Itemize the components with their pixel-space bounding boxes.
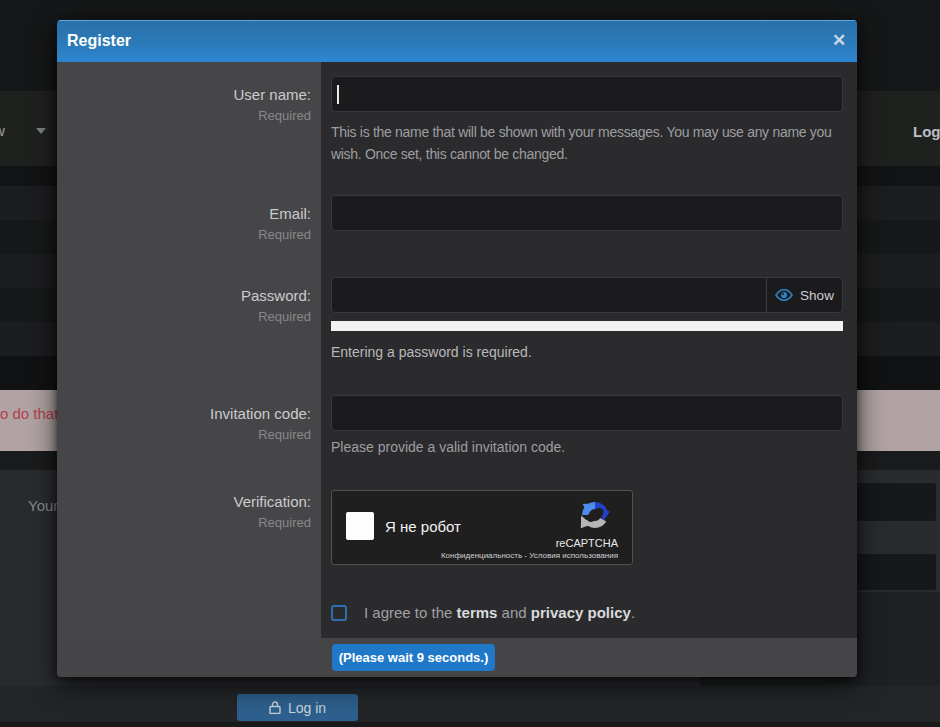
email-row: Email: Required — [57, 195, 857, 243]
nav-login-link[interactable]: Log — [913, 123, 940, 140]
nav-menu-fragment[interactable]: w — [0, 122, 5, 139]
terms-link[interactable]: terms — [457, 604, 498, 621]
register-modal: Register ✕ User name: Required This is t… — [57, 20, 857, 677]
eye-icon — [775, 289, 793, 301]
email-label: Email: — [57, 204, 311, 223]
modal-body: User name: Required This is the name tha… — [57, 62, 857, 638]
recaptcha-logo-icon — [579, 499, 611, 531]
email-label-cell: Email: Required — [57, 195, 321, 243]
agree-checkbox[interactable] — [331, 605, 347, 621]
verification-label-cell: Verification: Required — [57, 490, 321, 531]
page: w Log o do that Your Log in Register ✕ U… — [0, 0, 940, 727]
page-footer-band — [0, 722, 940, 727]
page-band — [0, 686, 940, 722]
show-password-button[interactable]: Show — [767, 278, 842, 312]
text-caret — [337, 85, 339, 104]
agree-text: I agree to the terms and privacy policy. — [364, 604, 635, 621]
email-required: Required — [57, 226, 311, 243]
username-label: User name: — [57, 85, 311, 104]
username-explain: This is the name that will be shown with… — [331, 121, 843, 165]
login-form-label: Your — [28, 497, 58, 514]
verification-row: Verification: Required Я не робот — [57, 490, 857, 565]
register-wait-button[interactable]: (Please wait 9 seconds.) — [332, 644, 495, 671]
password-strength-meter — [331, 321, 843, 331]
username-row: User name: Required This is the name tha… — [57, 76, 857, 165]
invitation-content: Please provide a valid invitation code. — [331, 395, 843, 458]
recaptcha-label: Я не робот — [385, 518, 461, 536]
privacy-policy-link[interactable]: privacy policy — [531, 604, 631, 621]
password-error: Entering a password is required. — [331, 342, 843, 363]
chevron-down-icon — [36, 128, 46, 134]
login-button[interactable]: Log in — [237, 694, 358, 721]
recaptcha-checkbox[interactable] — [346, 512, 374, 540]
invitation-hint: Please provide a valid invitation code. — [331, 437, 843, 458]
invitation-label: Invitation code: — [57, 404, 311, 423]
password-row: Password: Required Show — [57, 277, 857, 363]
agree-row: I agree to the terms and privacy policy. — [57, 604, 857, 621]
invitation-label-cell: Invitation code: Required — [57, 395, 321, 443]
login-button-label: Log in — [288, 700, 326, 716]
agree-conjunction: and — [502, 604, 527, 621]
recaptcha-widget: Я не робот reCAPTCHA Конфиденц — [331, 490, 633, 565]
username-content: This is the name that will be shown with… — [331, 76, 843, 165]
agree-prefix: I agree to the — [364, 604, 452, 621]
username-label-cell: User name: Required — [57, 76, 321, 124]
recaptcha-privacy-links[interactable]: Конфиденциальность - Условия использован… — [441, 551, 618, 560]
modal-header: Register ✕ — [57, 20, 857, 62]
agree-content: I agree to the terms and privacy policy. — [331, 604, 843, 621]
password-content: Show Entering a password is required. — [331, 277, 843, 363]
email-input[interactable] — [331, 195, 843, 231]
verification-content: Я не робот reCAPTCHA Конфиденц — [331, 490, 843, 565]
username-input[interactable] — [331, 76, 843, 112]
invitation-row: Invitation code: Required Please provide… — [57, 395, 857, 458]
agree-period: . — [631, 604, 635, 621]
invitation-input[interactable] — [331, 395, 843, 431]
error-banner-text: o do that — [0, 405, 58, 422]
username-required: Required — [57, 107, 311, 124]
password-input-group: Show — [331, 277, 843, 313]
email-content — [331, 195, 843, 231]
verification-required: Required — [57, 514, 311, 531]
show-password-label: Show — [800, 288, 834, 303]
password-required: Required — [57, 308, 311, 325]
modal-footer: (Please wait 9 seconds.) — [57, 638, 857, 677]
invitation-required: Required — [57, 426, 311, 443]
close-icon[interactable]: ✕ — [826, 20, 852, 62]
agree-label-cell — [57, 604, 321, 613]
modal-title: Register — [67, 20, 131, 62]
recaptcha-brand: reCAPTCHA — [556, 537, 618, 549]
password-input[interactable] — [332, 278, 766, 312]
verification-label: Verification: — [57, 492, 311, 511]
password-label: Password: — [57, 286, 311, 305]
lock-icon — [269, 701, 281, 714]
password-label-cell: Password: Required — [57, 277, 321, 325]
